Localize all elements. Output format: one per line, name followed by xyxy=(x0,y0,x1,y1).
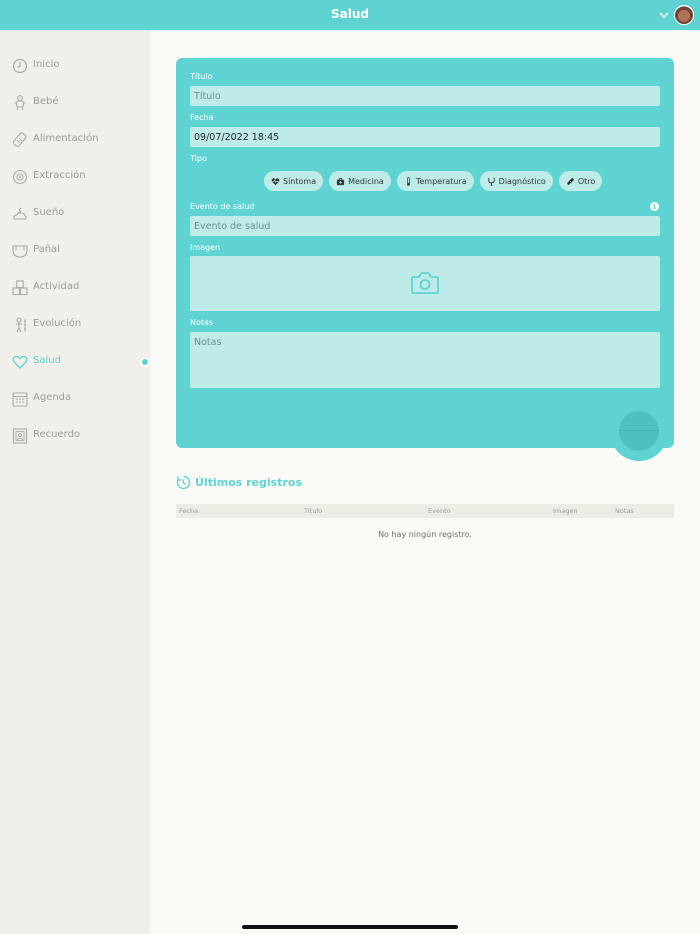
sidebar-item-agenda[interactable]: Agenda xyxy=(0,388,150,410)
title-label: Título xyxy=(190,72,213,81)
type-option-medicina[interactable]: Medicina xyxy=(329,171,391,191)
sidebar-item-label: Pañal xyxy=(33,244,60,255)
clock-icon xyxy=(12,58,28,74)
chevron-down-icon[interactable] xyxy=(658,9,670,21)
sidebar-item-recuerdo[interactable]: Recuerdo xyxy=(0,425,150,447)
column-header-imagen[interactable]: Imagen xyxy=(553,507,577,515)
bandage-icon xyxy=(567,177,574,185)
sidebar-item-label: Sueño xyxy=(33,207,65,218)
sidebar-item-evolucion[interactable]: Evolución xyxy=(0,314,150,336)
image-label: Imagen xyxy=(190,243,221,252)
frame-icon xyxy=(12,428,28,444)
info-icon[interactable]: i xyxy=(650,202,659,211)
date-label: Fecha xyxy=(190,113,214,122)
top-bar: Salud xyxy=(0,0,700,30)
notes-label: Notas xyxy=(190,318,214,327)
column-header-titulo[interactable]: Título xyxy=(304,507,322,515)
type-option-label: Síntoma xyxy=(283,176,317,186)
sidebar-item-inicio[interactable]: Inicio xyxy=(0,55,150,77)
moon-cloud-icon xyxy=(13,207,27,220)
blocks-icon xyxy=(12,280,28,296)
baby-icon xyxy=(14,95,26,110)
sidebar-item-label: Salud xyxy=(33,355,61,366)
save-button-divider xyxy=(619,430,659,431)
sidebar-item-label: Alimentación xyxy=(33,133,99,144)
heart-icon xyxy=(12,355,28,369)
type-option-label: Diagnóstico xyxy=(498,176,546,186)
health-event-label: Evento de salud xyxy=(190,202,255,211)
health-event-input[interactable]: Evento de salud xyxy=(190,216,660,236)
health-form-card xyxy=(176,58,674,448)
diaper-icon xyxy=(12,245,28,258)
stethoscope-icon xyxy=(488,177,495,186)
type-label: Tipo xyxy=(190,154,207,163)
column-header-fecha[interactable]: Fecha xyxy=(179,507,198,515)
date-input[interactable]: 09/07/2022 18:45 xyxy=(190,127,660,147)
type-option-temperatura[interactable]: Temperatura xyxy=(396,171,474,191)
sidebar-item-panal[interactable]: Pañal xyxy=(0,240,150,262)
sidebar-item-label: Bebé xyxy=(33,96,59,107)
type-option-label: Temperatura xyxy=(415,176,467,186)
title-input[interactable]: Título xyxy=(190,86,660,106)
type-option-label: Medicina xyxy=(348,176,384,186)
sidebar-item-label: Inicio xyxy=(33,59,60,70)
type-selector: Síntoma Medicina Temperatura Diagnóstico… xyxy=(264,171,603,191)
heart-pulse-icon xyxy=(271,177,280,185)
page-title: Salud xyxy=(331,7,369,21)
sidebar-item-label: Actividad xyxy=(33,281,80,292)
column-header-evento[interactable]: Evento xyxy=(428,507,451,515)
image-upload-area[interactable] xyxy=(190,256,660,311)
recent-records-title: Últimos registros xyxy=(195,476,302,489)
sidebar-item-actividad[interactable]: Actividad xyxy=(0,277,150,299)
sidebar-item-label: Evolución xyxy=(33,318,82,329)
thermometer-icon xyxy=(406,176,410,186)
type-option-diagnostico[interactable]: Diagnóstico xyxy=(479,171,553,191)
bottle-icon xyxy=(12,132,27,148)
sidebar-item-alimentacion[interactable]: Alimentación xyxy=(0,129,150,151)
pump-icon xyxy=(12,169,28,185)
sidebar-item-label: Agenda xyxy=(33,392,72,403)
avatar[interactable] xyxy=(674,5,694,25)
camera-icon xyxy=(411,272,439,294)
calendar-icon xyxy=(12,392,28,407)
column-header-notas[interactable]: Notas xyxy=(615,507,634,515)
empty-records-message: No hay ningún registro. xyxy=(378,530,472,539)
sidebar-item-bebe[interactable]: Bebé xyxy=(0,92,150,114)
home-indicator xyxy=(242,925,458,929)
type-option-otro[interactable]: Otro xyxy=(558,171,603,191)
save-button-inner[interactable] xyxy=(619,411,659,451)
sidebar-item-salud[interactable]: Salud xyxy=(0,351,150,373)
type-option-sintoma[interactable]: Síntoma xyxy=(264,171,324,191)
notes-textarea[interactable]: Notas xyxy=(190,332,660,388)
active-indicator xyxy=(142,359,148,365)
type-option-label: Otro xyxy=(577,176,596,186)
sidebar-item-extraccion[interactable]: Extracción xyxy=(0,166,150,188)
records-table-header: Fecha Título Evento Imagen Notas xyxy=(176,504,674,518)
sidebar-item-label: Recuerdo xyxy=(33,429,81,440)
medkit-icon xyxy=(337,177,345,185)
growth-icon xyxy=(16,317,26,333)
sidebar-item-sueno[interactable]: Sueño xyxy=(0,203,150,225)
history-icon xyxy=(176,475,191,490)
sidebar-item-label: Extracción xyxy=(33,170,86,181)
